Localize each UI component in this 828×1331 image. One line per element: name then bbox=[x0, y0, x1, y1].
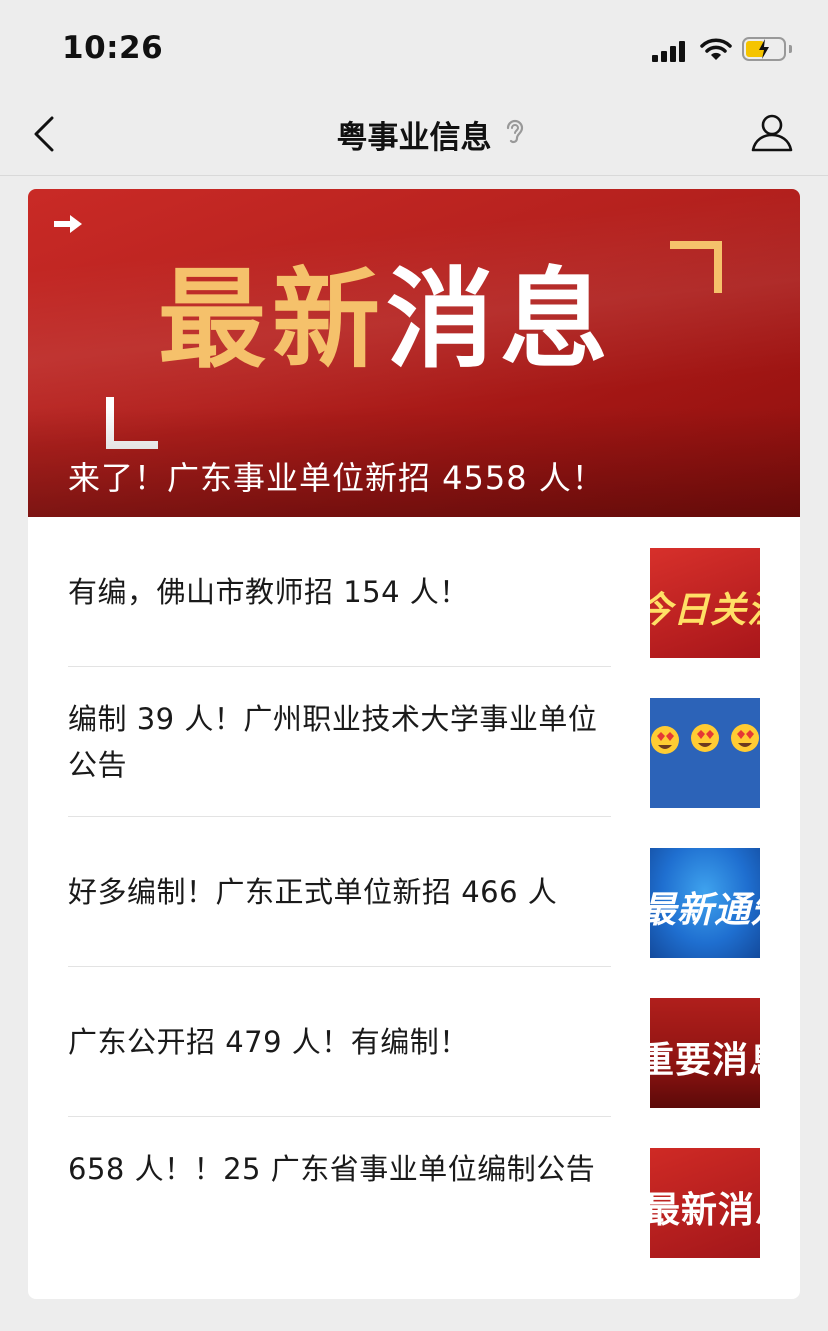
status-bar: 10:26 bbox=[0, 0, 828, 96]
banner-caption: 来了！广东事业单位新招 4558 人！ bbox=[68, 459, 605, 497]
nav-bar: 粤事业信息 bbox=[0, 96, 828, 176]
article-item[interactable]: 广东公开招 479 人！有编制！ 重要消息 bbox=[28, 967, 800, 1117]
article-thumbnail: 最新消息 bbox=[650, 1148, 760, 1258]
corner-bracket-decoration bbox=[670, 241, 722, 293]
charging-bolt-icon bbox=[759, 39, 769, 59]
article-item[interactable]: 658 人！！25 广东省事业单位编制公告 最新消息 bbox=[28, 1117, 800, 1267]
article-item[interactable]: 好多编制！广东正式单位新招 466 人 最新通知 bbox=[28, 817, 800, 967]
article-thumbnail bbox=[650, 698, 760, 808]
article-title: 好多编制！广东正式单位新招 466 人 bbox=[68, 875, 558, 909]
article-item[interactable]: 编制 39 人！广州职业技术大学事业单位公告 bbox=[28, 667, 800, 817]
thumbnail-text: 最新通知 bbox=[650, 890, 760, 931]
listen-ear-icon[interactable] bbox=[504, 118, 526, 146]
thumbnail-text: 今日关注 bbox=[650, 590, 760, 631]
thumbnail-text: 重要消息 bbox=[650, 1040, 760, 1081]
status-time: 10:26 bbox=[62, 30, 164, 66]
battery-nub bbox=[789, 45, 792, 53]
featured-banner[interactable]: 最新消息 来了！广东事业单位新招 4558 人！ bbox=[28, 189, 800, 517]
article-title: 编制 39 人！广州职业技术大学事业单位公告 bbox=[68, 702, 598, 782]
thumbnail-text: 最新消息 bbox=[650, 1190, 760, 1231]
article-thumbnail: 最新通知 bbox=[650, 848, 760, 958]
nav-title-wrap: 粤事业信息 bbox=[0, 112, 828, 157]
heart-eyes-emoji-icon bbox=[651, 724, 759, 754]
article-title: 658 人！！25 广东省事业单位编制公告 bbox=[68, 1152, 596, 1186]
banner-headline-white: 消息 bbox=[386, 258, 615, 383]
banner-headline-gold: 最新 bbox=[158, 258, 387, 383]
article-item[interactable]: 有编，佛山市教师招 154 人！ 今日关注 bbox=[28, 517, 800, 667]
article-thumbnail: 今日关注 bbox=[650, 548, 760, 658]
arrow-right-icon bbox=[54, 215, 82, 233]
article-thumbnail: 重要消息 bbox=[650, 998, 760, 1108]
article-title: 广东公开招 479 人！有编制！ bbox=[68, 1025, 469, 1059]
content-card: 最新消息 来了！广东事业单位新招 4558 人！ 有编，佛山市教师招 154 人… bbox=[28, 189, 800, 1299]
profile-icon[interactable] bbox=[750, 112, 794, 152]
article-list: 有编，佛山市教师招 154 人！ 今日关注 编制 39 人！广州职业技术大学事业… bbox=[28, 517, 800, 1267]
banner-headline: 最新消息 bbox=[158, 267, 614, 375]
cellular-signal-icon bbox=[652, 40, 690, 62]
article-title: 有编，佛山市教师招 154 人！ bbox=[68, 575, 469, 609]
page-title: 粤事业信息 bbox=[336, 120, 492, 156]
wifi-icon bbox=[700, 38, 732, 60]
